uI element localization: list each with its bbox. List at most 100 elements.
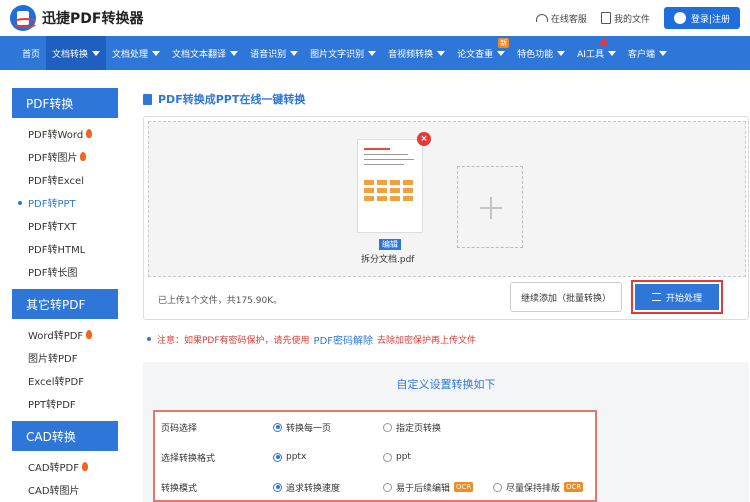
pdf-unlock-link[interactable]: PDF密码解除 <box>314 332 373 347</box>
file-thumbnail[interactable] <box>357 139 423 233</box>
sidebar-item-label: PDF转Word <box>28 130 84 141</box>
sidebar-head-pdf-convert: PDF转换 <box>12 88 118 118</box>
option-speed[interactable]: 追求转换速度 <box>273 481 383 494</box>
settings-row-format: 选择转换格式 pptx ppt <box>155 442 595 472</box>
nav-features[interactable]: 特色功能 <box>511 36 571 70</box>
header-actions: 在线客服 我的文件 登录|注册 <box>535 7 740 29</box>
option-layout[interactable]: 尽量保持排版 OCR <box>493 481 584 494</box>
start-process-button[interactable]: 开始处理 <box>635 284 719 310</box>
nav-speech[interactable]: 语音识别 <box>244 36 304 70</box>
nav-home[interactable]: 首页 <box>16 36 46 70</box>
nav-label: 文档转换 <box>52 49 89 60</box>
nav-doc-process[interactable]: 文档处理 <box>106 36 166 70</box>
sidebar-item-label: Excel转PDF <box>28 377 84 388</box>
remove-file-icon[interactable]: × <box>417 132 431 146</box>
radio-icon <box>273 422 282 432</box>
nav-doc-convert[interactable]: 文档转换 <box>46 36 107 70</box>
option-ppt[interactable]: ppt <box>383 452 493 462</box>
hot-icon <box>599 37 610 46</box>
settings-title: 自定义设置转换如下 <box>396 378 496 391</box>
fire-icon <box>86 330 93 339</box>
sidebar-item-label: CAD转图片 <box>28 486 80 497</box>
fire-icon <box>82 462 89 471</box>
thumb-text-line <box>364 159 414 160</box>
sidebar-item-label: PPT转PDF <box>28 400 76 411</box>
sidebar-item-label: PDF转PPT <box>28 199 76 210</box>
nav-label: 论文查重 <box>457 49 494 60</box>
nav-label: 客户端 <box>627 49 655 60</box>
sidebar: PDF转换 PDF转Word PDF转图片 PDF转Excel PDF转PPT … <box>12 88 118 502</box>
nav-label: 特色功能 <box>517 49 554 60</box>
nav-label: 文档文本翻译 <box>172 49 227 60</box>
nav-label: 音视频转换 <box>388 49 434 60</box>
nav-ai[interactable]: AI工具 <box>571 36 622 70</box>
sidebar-item-pdf-txt[interactable]: PDF转TXT <box>12 214 118 237</box>
user-icon <box>673 12 686 24</box>
nav-label: 语音识别 <box>250 49 287 60</box>
option-label: ppt <box>396 452 411 462</box>
radio-icon <box>383 482 392 492</box>
sidebar-item-pdf-longimage[interactable]: PDF转长图 <box>12 260 118 283</box>
login-button[interactable]: 登录|注册 <box>663 7 740 29</box>
nav-thesis[interactable]: 论文查重新 <box>451 36 511 70</box>
sidebar-item-ppt-pdf[interactable]: PPT转PDF <box>12 392 118 415</box>
edit-tag[interactable]: 编辑 <box>379 239 401 250</box>
swap-icon <box>651 293 661 301</box>
ocr-badge: OCR <box>454 482 474 492</box>
upload-status: 已上传1个文件，共175.90K。 <box>158 296 283 306</box>
document-icon <box>143 93 152 105</box>
nav-translate[interactable]: 文档文本翻译 <box>166 36 244 70</box>
radio-icon <box>273 452 282 462</box>
sidebar-item-pdf-image[interactable]: PDF转图片 <box>12 145 118 168</box>
service-label: 在线客服 <box>550 14 587 25</box>
file-name: 拆分文档.pdf <box>361 255 415 265</box>
fire-icon <box>80 152 87 161</box>
thumb-title-line <box>364 148 390 150</box>
sidebar-list: Word转PDF 图片转PDF Excel转PDF PPT转PDF <box>12 319 118 421</box>
chevron-down-icon <box>368 50 377 56</box>
option-all-pages[interactable]: 转换每一页 <box>273 421 383 434</box>
sidebar-item-pdf-word[interactable]: PDF转Word <box>12 122 118 145</box>
nav-av[interactable]: 音视频转换 <box>382 36 451 70</box>
nav-client[interactable]: 客户端 <box>622 36 673 70</box>
settings-panel: 自定义设置转换如下 页码选择 转换每一页 指定页转换 选择转换格式 pptx p… <box>143 362 749 502</box>
new-badge: 新 <box>498 38 510 48</box>
sidebar-item-cad-pdf[interactable]: CAD转PDF <box>12 455 118 478</box>
notice-text: 注意：如果PDF有密码保护，请先使用 <box>157 335 310 346</box>
app-logo[interactable]: 迅捷PDF转换器 <box>10 5 143 31</box>
ocr-badge: OCR <box>564 482 584 492</box>
nav-label: 文档处理 <box>112 49 149 60</box>
plus-icon-v <box>490 197 492 219</box>
option-pptx[interactable]: pptx <box>273 452 383 462</box>
chevron-down-icon <box>290 50 299 56</box>
fire-icon <box>86 129 93 138</box>
sidebar-item-pdf-excel[interactable]: PDF转Excel <box>12 168 118 191</box>
sidebar-item-word-pdf[interactable]: Word转PDF <box>12 323 118 346</box>
sidebar-item-pdf-html[interactable]: PDF转HTML <box>12 237 118 260</box>
sidebar-list: CAD转PDF CAD转图片 <box>12 451 118 502</box>
add-file-box[interactable] <box>457 166 523 248</box>
sidebar-item-excel-pdf[interactable]: Excel转PDF <box>12 369 118 392</box>
my-files-link[interactable]: 我的文件 <box>600 12 650 25</box>
option-label: 指定页转换 <box>396 423 442 434</box>
chevron-down-icon <box>658 50 667 56</box>
sidebar-item-cad-image[interactable]: CAD转图片 <box>12 478 118 501</box>
sidebar-item-label: CAD转PDF <box>28 463 80 474</box>
sidebar-item-label: PDF转图片 <box>28 153 78 164</box>
settings-table: 页码选择 转换每一页 指定页转换 选择转换格式 pptx ppt 转换模式 追求… <box>153 410 597 502</box>
continue-add-button[interactable]: 继续添加（批量转换） <box>510 282 622 312</box>
settings-row-pages: 页码选择 转换每一页 指定页转换 <box>155 412 595 442</box>
headset-icon <box>535 14 548 22</box>
option-select-pages[interactable]: 指定页转换 <box>383 421 493 434</box>
drop-area[interactable]: × 编辑 拆分文档.pdf <box>148 121 746 277</box>
password-notice: 注意：如果PDF有密码保护，请先使用 PDF密码解除 去除加密保护再上传文件 <box>143 332 749 347</box>
app-name: 迅捷PDF转换器 <box>42 11 144 27</box>
sidebar-item-pdf-ppt[interactable]: PDF转PPT <box>12 191 118 214</box>
sidebar-item-label: Word转PDF <box>28 331 84 342</box>
nav-ocr[interactable]: 图片文字识别 <box>304 36 382 70</box>
sidebar-item-image-pdf[interactable]: 图片转PDF <box>12 346 118 369</box>
service-link[interactable]: 在线客服 <box>535 12 587 25</box>
nav-label: 首页 <box>22 49 41 60</box>
page-title-row: PDF转换成PPT在线一键转换 <box>143 88 749 110</box>
option-editable[interactable]: 易于后续编辑 OCR <box>383 481 493 494</box>
